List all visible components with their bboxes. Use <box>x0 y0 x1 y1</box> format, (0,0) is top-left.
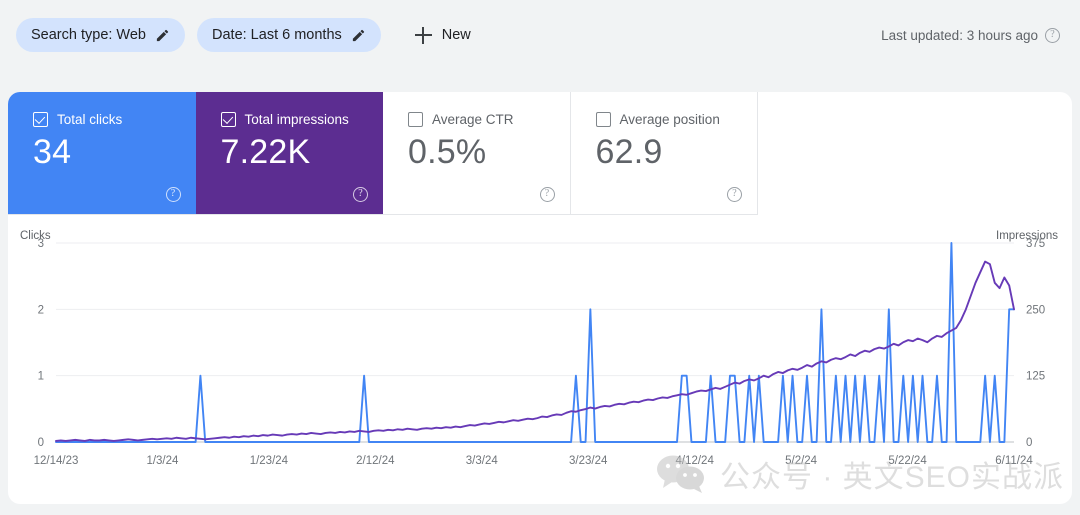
metric-tile-total-clicks[interactable]: Total clicks 34 ? <box>8 92 196 214</box>
metric-header: Total impressions <box>220 112 384 127</box>
metric-tile-average-position[interactable]: Average position 62.9 ? <box>570 92 758 214</box>
plus-icon <box>414 26 432 44</box>
metric-value: 7.22K <box>220 133 311 171</box>
metric-tiles: Total clicks 34 ? Total impressions 7.22… <box>8 92 758 214</box>
svg-text:0: 0 <box>38 437 44 449</box>
metric-label: Total clicks <box>57 112 123 127</box>
help-icon[interactable]: ? <box>165 187 181 202</box>
search-type-filter-label: Search type: Web <box>31 27 146 43</box>
svg-text:2: 2 <box>38 304 44 316</box>
metric-label: Average position <box>619 112 720 127</box>
pencil-icon[interactable] <box>155 28 170 43</box>
metric-tile-total-impressions[interactable]: Total impressions 7.22K ? <box>195 92 384 214</box>
metric-value: 62.9 <box>595 133 663 171</box>
new-filter-button[interactable]: New <box>405 18 481 52</box>
metric-label: Average CTR <box>432 112 514 127</box>
last-updated-status: Last updated: 3 hours ago ? <box>881 27 1064 43</box>
checkbox-checked-icon[interactable] <box>220 112 236 127</box>
chart-canvas[interactable]: 0 1 2 3 0 125 250 375 12/14/23 1/3/24 1/23/24 2/12/… <box>8 215 1072 504</box>
pencil-icon[interactable] <box>351 28 366 43</box>
metric-help[interactable]: ? <box>353 183 368 202</box>
help-icon[interactable]: ? <box>539 187 555 202</box>
metric-help[interactable]: ? <box>539 183 555 202</box>
date-filter-label: Date: Last 6 months <box>212 27 342 43</box>
performance-chart: Clicks Impressions 0 1 2 3 0 125 250 375 12/14/2… <box>8 215 1072 504</box>
metric-header: Average CTR <box>408 112 570 127</box>
checkbox-unchecked-icon[interactable] <box>408 112 423 127</box>
svg-text:12/14/23: 12/14/23 <box>34 455 79 467</box>
last-updated-label: Last updated: 3 hours ago <box>881 27 1038 43</box>
checkbox-unchecked-icon[interactable] <box>595 112 611 127</box>
checkbox-checked-icon[interactable] <box>33 112 48 127</box>
svg-text:3/23/24: 3/23/24 <box>569 455 608 467</box>
help-icon[interactable]: ? <box>1045 27 1060 43</box>
svg-text:4/12/24: 4/12/24 <box>675 455 714 467</box>
svg-text:1/23/24: 1/23/24 <box>250 455 289 467</box>
metric-help[interactable]: ? <box>727 183 742 202</box>
svg-text:125: 125 <box>1026 371 1045 383</box>
metric-header: Total clicks <box>33 112 196 127</box>
svg-text:3/3/24: 3/3/24 <box>466 455 499 467</box>
filter-bar: Search type: Web Date: Last 6 months New… <box>0 0 1080 70</box>
svg-text:6/11/24: 6/11/24 <box>995 455 1033 467</box>
help-icon[interactable]: ? <box>353 187 368 202</box>
new-filter-label: New <box>441 27 471 43</box>
svg-text:375: 375 <box>1026 238 1045 250</box>
svg-text:3: 3 <box>38 238 44 250</box>
help-icon[interactable]: ? <box>727 187 742 202</box>
metric-value: 0.5% <box>408 133 487 171</box>
svg-text:5/2/24: 5/2/24 <box>785 455 818 467</box>
svg-text:1: 1 <box>38 371 44 383</box>
metric-value: 34 <box>33 133 72 171</box>
svg-text:0: 0 <box>1026 437 1032 449</box>
metric-help[interactable]: ? <box>165 183 181 202</box>
metric-tile-average-ctr[interactable]: Average CTR 0.5% ? <box>383 92 571 214</box>
svg-text:250: 250 <box>1026 304 1045 316</box>
search-console-performance-page: Search type: Web Date: Last 6 months New… <box>0 0 1080 515</box>
search-type-filter-chip[interactable]: Search type: Web <box>16 18 185 52</box>
metric-label: Total impressions <box>244 112 349 127</box>
svg-text:5/22/24: 5/22/24 <box>888 455 927 467</box>
svg-text:2/12/24: 2/12/24 <box>356 455 395 467</box>
performance-card: Total clicks 34 ? Total impressions 7.22… <box>8 92 1072 504</box>
metric-header: Average position <box>595 112 758 127</box>
date-filter-chip[interactable]: Date: Last 6 months <box>197 18 381 52</box>
svg-text:1/3/24: 1/3/24 <box>146 455 179 467</box>
